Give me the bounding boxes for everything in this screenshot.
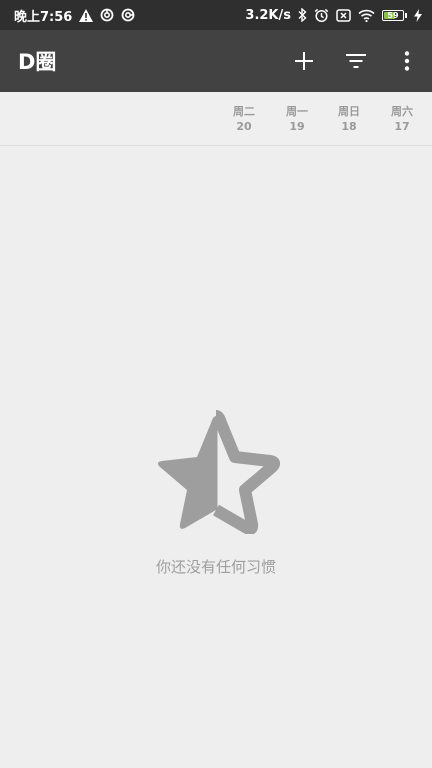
- empty-message: 你还没有任何习惯: [155, 558, 276, 576]
- status-bar: 晚上7:56 3.2K/s 59: [0, 0, 432, 30]
- filter-icon: [346, 54, 366, 68]
- status-right: 3.2K/s 59: [245, 8, 422, 23]
- battery-icon: 59: [382, 9, 407, 21]
- day-column: 周六 17: [382, 104, 422, 134]
- day-date: 19: [289, 120, 305, 133]
- wifi-icon: [358, 9, 375, 22]
- day-weekday: 周二: [233, 105, 255, 118]
- day-weekday: 周一: [286, 105, 308, 118]
- warning-icon: [79, 8, 94, 22]
- add-habit-button[interactable]: [278, 30, 330, 92]
- star-half-icon: [157, 410, 280, 534]
- day-column: 周二 20: [224, 104, 264, 134]
- day-weekday: 周日: [338, 105, 360, 118]
- app-toolbar: D圈: [0, 30, 432, 92]
- add-icon: [295, 52, 313, 70]
- day-column: 周日 18: [329, 104, 369, 134]
- more-options-button[interactable]: [382, 30, 432, 92]
- filter-button[interactable]: [330, 30, 382, 92]
- day-column: 周一 19: [277, 104, 317, 134]
- battery-tip: [405, 12, 407, 18]
- day-date: 17: [394, 120, 410, 133]
- app-title: D圈: [18, 50, 57, 74]
- date-header: 周二 20 周一 19 周日 18 周六 17: [0, 92, 432, 146]
- charging-icon: [414, 8, 422, 22]
- sim-blocked-icon: [336, 8, 351, 22]
- day-date: 18: [341, 120, 357, 133]
- status-time: 晚上7:56: [14, 9, 73, 25]
- empty-state: 你还没有任何习惯: [0, 410, 432, 577]
- sync-icon: [100, 8, 114, 22]
- battery-level: 59: [387, 10, 399, 20]
- status-left: 晚上7:56: [14, 6, 135, 25]
- sync-icon: [121, 8, 135, 22]
- alarm-icon: [314, 8, 329, 23]
- battery-body: 59: [382, 9, 404, 21]
- network-speed: 3.2K/s: [245, 7, 291, 23]
- day-date: 20: [236, 120, 252, 133]
- day-weekday: 周六: [391, 105, 413, 118]
- more-vert-icon: [404, 51, 410, 71]
- bluetooth-icon: [298, 8, 307, 22]
